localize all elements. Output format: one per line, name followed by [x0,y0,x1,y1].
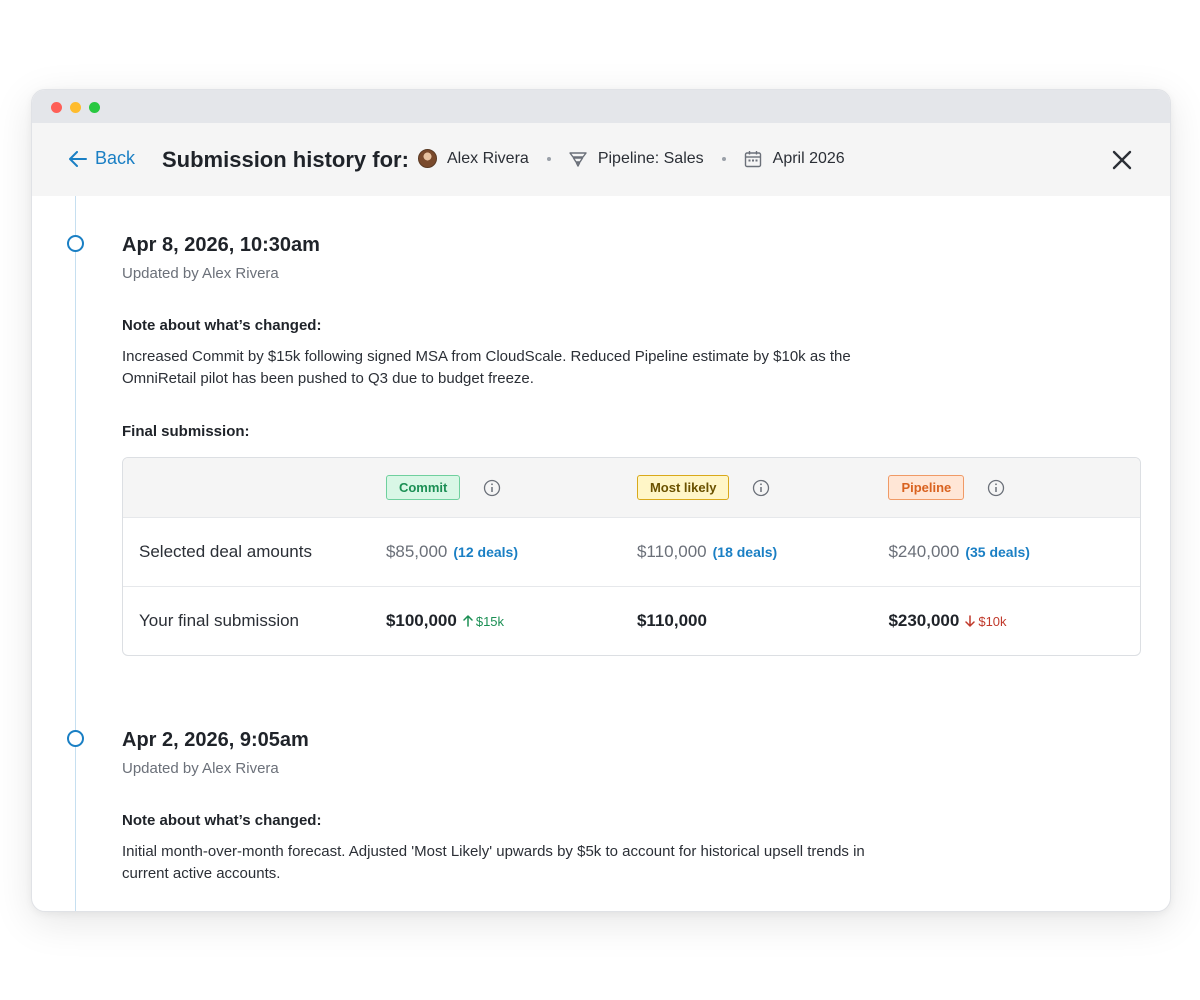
info-icon[interactable] [483,479,501,497]
deals-link[interactable]: (18 deals) [713,544,778,560]
meta-period: April 2026 [744,150,845,168]
page-title: Submission history for: [162,147,409,172]
entry-date: Apr 8, 2026, 10:30am [122,234,320,256]
user-name: Alex Rivera [447,149,529,167]
delta-value: $10k [978,614,1007,629]
period-label: April 2026 [772,149,845,167]
cell-most-likely: $110,000 [637,587,888,655]
table-row: Selected deal amounts $85,000 (12 deals) … [123,518,1140,587]
deal-amount: $240,000 [888,542,960,561]
app-window: Back Submission history for: Alex Rivera… [31,89,1171,912]
window-minimize-dot[interactable] [70,102,81,113]
history-timeline: Apr 8, 2026, 10:30am Updated by Alex Riv… [32,196,1170,911]
table-header-row: Commit Most likely Pipeline [123,458,1140,518]
avatar [418,149,437,168]
timeline-node [67,730,84,747]
info-icon[interactable] [752,479,770,497]
calendar-icon [744,150,761,167]
deal-amount: $110,000 [636,542,707,561]
back-label: Back [95,148,136,168]
table-header-empty [123,458,371,518]
delta-value: $15k [475,614,505,629]
header-meta: Alex Rivera Pipeline: Sales April 2026 [418,149,845,168]
cell-pipeline: $230,000 $10k [888,587,1140,655]
delta-down: $10k [965,614,1007,629]
cell-commit: $85,000 (12 deals) [370,518,637,587]
deals-link[interactable]: (35 deals) [965,544,1030,560]
meta-user: Alex Rivera [418,149,529,168]
cell-commit: $100,000 $15k [371,587,637,655]
window-titlebar [32,90,1170,123]
final-amount: $100,000 [385,611,457,630]
row-label: Selected deal amounts [123,518,371,587]
page-header: Back Submission history for: Alex Rivera… [32,123,1170,196]
entry-updated-by: Updated by Alex Rivera [122,265,279,282]
arrow-left-icon [69,150,87,167]
note-text: Initial month-over-month forecast. Adjus… [122,843,865,882]
pipeline-name: Pipeline: Sales [597,149,704,167]
row-label: Your final submission [139,611,300,630]
most-likely-badge: Most likely [636,475,730,500]
timeline-node [67,235,84,252]
timeline-line [75,196,76,911]
commit-badge: Commit [385,475,461,500]
funnel-icon [569,151,587,167]
deal-amount: $85,000 [385,542,448,561]
meta-pipeline: Pipeline: Sales [569,150,704,168]
entry-date: Apr 2, 2026, 9:05am [122,729,309,751]
back-button[interactable]: Back [69,148,135,169]
note-label: Note about what’s changed: [122,317,322,334]
final-amount: $230,000 [888,611,960,630]
column-commit: Commit [370,458,637,518]
entry-updated-by: Updated by Alex Rivera [122,760,279,777]
pipeline-badge: Pipeline [888,475,965,500]
column-pipeline: Pipeline [888,458,1140,518]
window-maximize-dot[interactable] [89,102,100,113]
arrow-up-icon [463,615,473,627]
separator-dot [546,156,551,161]
delta-up: $15k [463,614,504,629]
info-icon[interactable] [987,479,1005,497]
cell-most-likely: $110,000 (18 deals) [636,518,889,587]
deals-link[interactable]: (12 deals) [453,544,518,560]
close-icon [1112,150,1132,170]
column-most-likely: Most likely [636,458,889,518]
note-text: Increased Commit by $15k following signe… [122,348,851,387]
window-close-dot[interactable] [51,102,62,113]
note-label: Note about what’s changed: [122,812,322,829]
separator-dot [721,156,726,161]
arrow-down-icon [965,615,976,627]
close-button[interactable] [1112,150,1132,175]
cell-pipeline: $240,000 (35 deals) [888,518,1140,587]
final-submission-label: Final submission: [122,423,250,440]
submission-table: Commit Most likely Pipeline Selected dea… [122,457,1141,656]
final-amount: $110,000 [636,611,707,630]
table-row: Your final submission $100,000 $15k $110,… [123,587,1140,655]
